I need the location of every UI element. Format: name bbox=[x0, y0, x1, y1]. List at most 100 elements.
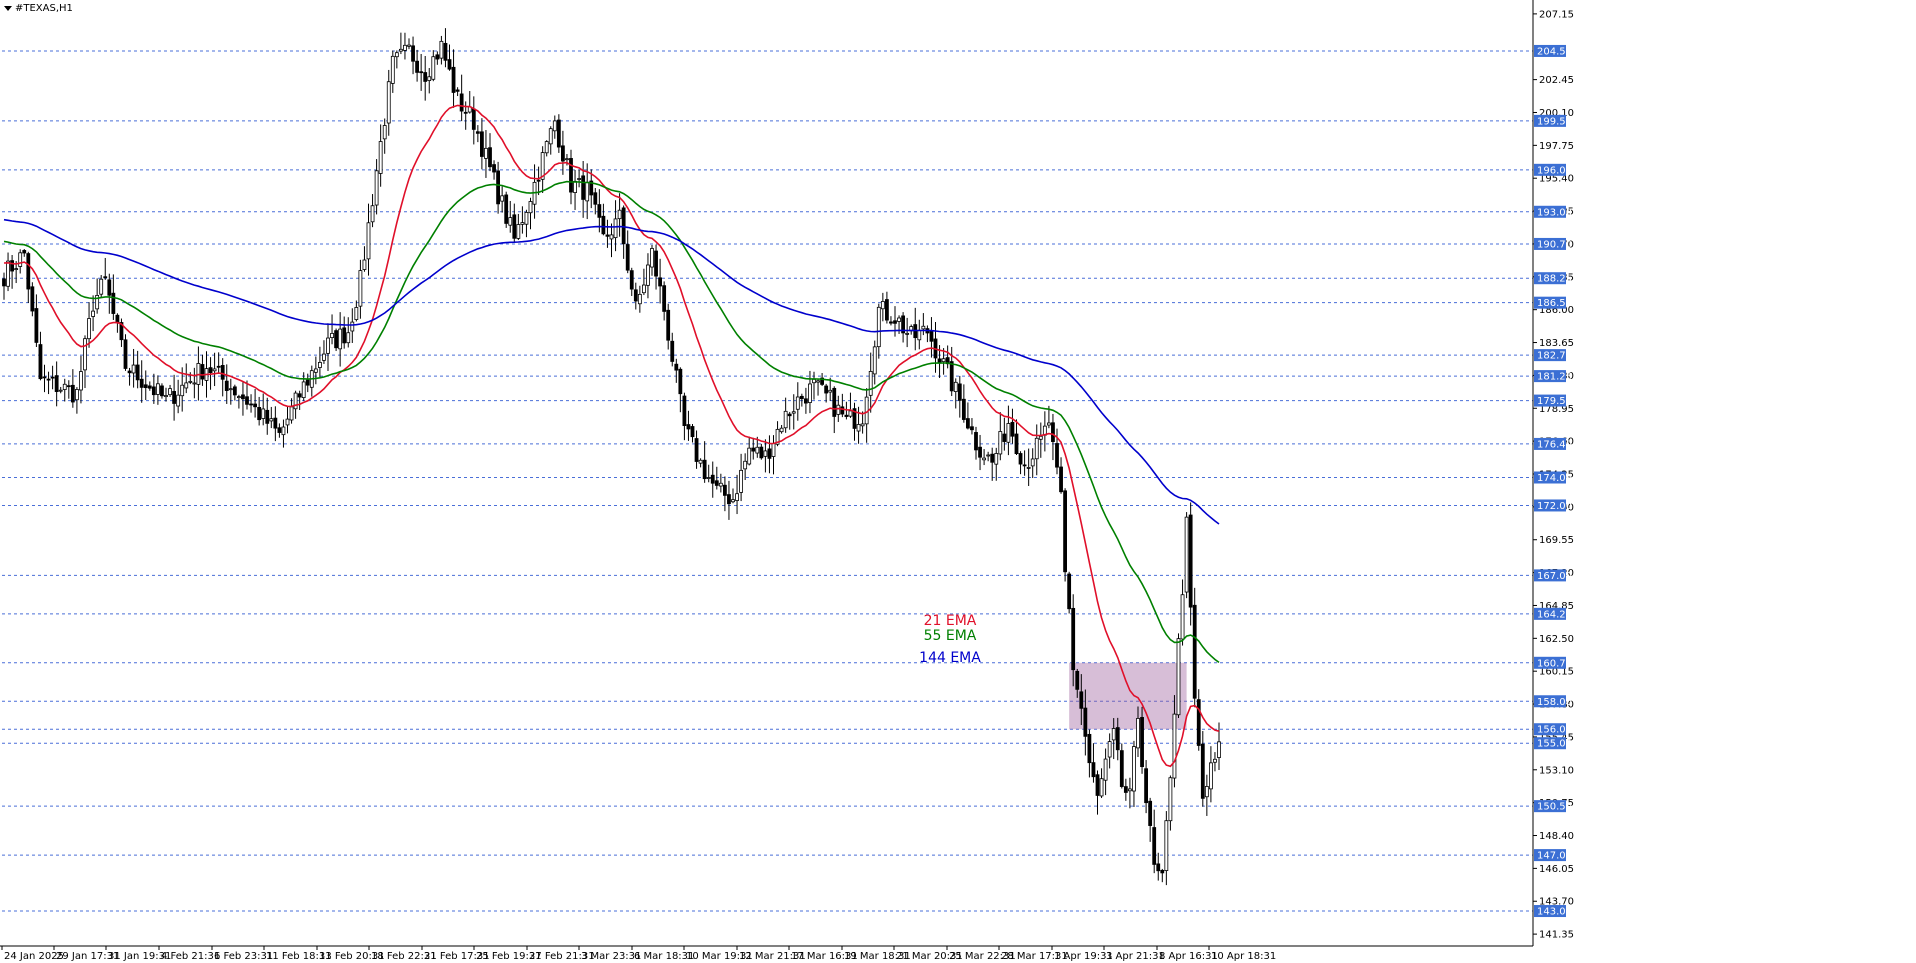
candle-body bbox=[1128, 788, 1132, 792]
candle-body bbox=[1099, 778, 1104, 797]
candle-body bbox=[876, 306, 881, 348]
candle-body bbox=[423, 72, 428, 82]
candle-body bbox=[698, 459, 703, 464]
candle-body bbox=[1002, 433, 1007, 442]
candle-body bbox=[832, 387, 837, 417]
candle-body bbox=[289, 406, 294, 421]
candle-body bbox=[216, 365, 221, 368]
candle-body bbox=[435, 54, 440, 60]
time-tick-label: 3 Apr 21:31 bbox=[1106, 951, 1165, 962]
candle-body bbox=[804, 398, 808, 404]
candle-body bbox=[411, 45, 415, 62]
candle-body bbox=[1083, 707, 1088, 737]
candle-body bbox=[403, 44, 407, 51]
candle-body bbox=[1213, 758, 1217, 763]
candle-body bbox=[565, 158, 569, 161]
candle-body bbox=[253, 403, 258, 408]
candle-body bbox=[718, 482, 723, 487]
candle-body bbox=[767, 448, 772, 459]
candle-body bbox=[629, 270, 634, 290]
candle-body bbox=[581, 175, 586, 200]
price-chart[interactable]: 207.15202.45200.10197.75195.40193.05190.… bbox=[0, 0, 1916, 963]
candle-body bbox=[929, 330, 934, 342]
candle-body bbox=[816, 380, 820, 383]
candle-body bbox=[885, 299, 889, 321]
candle-body bbox=[966, 418, 970, 429]
candle-body bbox=[970, 426, 974, 431]
candle-body bbox=[115, 314, 120, 324]
price-axis: 207.15202.45200.10197.75195.40193.05190.… bbox=[1533, 9, 1574, 941]
candle-body bbox=[654, 250, 658, 277]
candle-body bbox=[475, 131, 480, 134]
ema-line-21 bbox=[3, 104, 1220, 768]
candle-body bbox=[34, 308, 39, 343]
level-tag-label: 143.00 bbox=[1537, 907, 1572, 918]
candle-body bbox=[285, 418, 290, 426]
candle-body bbox=[147, 385, 152, 389]
candle-body bbox=[1152, 827, 1157, 865]
candle-body bbox=[334, 330, 339, 349]
candle-body bbox=[1204, 786, 1209, 798]
candle-body bbox=[139, 378, 144, 388]
candle-body bbox=[791, 411, 796, 414]
candle-body bbox=[714, 480, 719, 486]
candle-body bbox=[131, 364, 136, 374]
candle-body bbox=[382, 125, 387, 140]
candle-body bbox=[87, 318, 91, 340]
candle-body bbox=[1067, 573, 1072, 610]
candle-body bbox=[1079, 691, 1084, 709]
candle-body bbox=[354, 307, 359, 320]
candle-body bbox=[496, 170, 501, 205]
candle-body bbox=[625, 244, 630, 271]
candle-body bbox=[637, 293, 642, 305]
candle-body bbox=[528, 201, 533, 214]
candle-body bbox=[479, 131, 484, 157]
candle-body bbox=[277, 427, 282, 433]
candle-body bbox=[783, 410, 788, 429]
candle-body bbox=[682, 395, 687, 426]
candle-body bbox=[241, 394, 245, 400]
candle-body bbox=[706, 477, 711, 479]
candle-body bbox=[621, 207, 626, 245]
candle-body bbox=[978, 446, 982, 458]
candle-body bbox=[378, 141, 383, 174]
time-tick-label: 3 Mar 23:31 bbox=[581, 951, 641, 962]
candle-body bbox=[577, 178, 581, 180]
time-tick-label: 4 Feb 21:31 bbox=[161, 951, 220, 962]
candle-body bbox=[451, 66, 456, 93]
level-tag-label: 164.25 bbox=[1537, 609, 1572, 620]
time-tick-label: 1 Apr 19:31 bbox=[1054, 951, 1113, 962]
chart-frame bbox=[0, 0, 1534, 947]
candle-body bbox=[135, 364, 140, 381]
candle-body bbox=[317, 362, 322, 368]
candle-body bbox=[799, 395, 804, 400]
candle-body bbox=[585, 181, 590, 202]
candle-body bbox=[66, 385, 71, 388]
candle-body bbox=[905, 332, 910, 335]
candle-body bbox=[1172, 713, 1177, 779]
level-tag-label: 158.00 bbox=[1537, 697, 1572, 708]
candle-body bbox=[58, 389, 63, 392]
candle-body bbox=[1038, 435, 1043, 440]
candle-body bbox=[75, 389, 79, 401]
price-tick-label: 207.15 bbox=[1539, 9, 1574, 20]
candle-body bbox=[731, 499, 735, 503]
candle-body bbox=[824, 385, 829, 394]
candle-body bbox=[249, 403, 253, 406]
candle-body bbox=[897, 317, 901, 322]
candle-body bbox=[1022, 464, 1027, 467]
candle-body bbox=[297, 393, 302, 398]
level-tag-label: 179.50 bbox=[1537, 396, 1572, 407]
candle-body bbox=[743, 460, 748, 470]
candle-body bbox=[269, 418, 274, 422]
candle-body bbox=[872, 346, 877, 375]
candle-body bbox=[301, 381, 306, 399]
candle-body bbox=[236, 396, 241, 399]
time-tick-label: 8 Apr 16:31 bbox=[1159, 951, 1218, 962]
candle-body bbox=[70, 384, 75, 403]
candle-body bbox=[22, 250, 27, 254]
candle-body bbox=[556, 119, 561, 148]
time-axis: 24 Jan 202529 Jan 17:3131 Jan 19:314 Feb… bbox=[1, 946, 1276, 962]
candle-body bbox=[168, 388, 172, 396]
candle-body bbox=[690, 426, 695, 438]
